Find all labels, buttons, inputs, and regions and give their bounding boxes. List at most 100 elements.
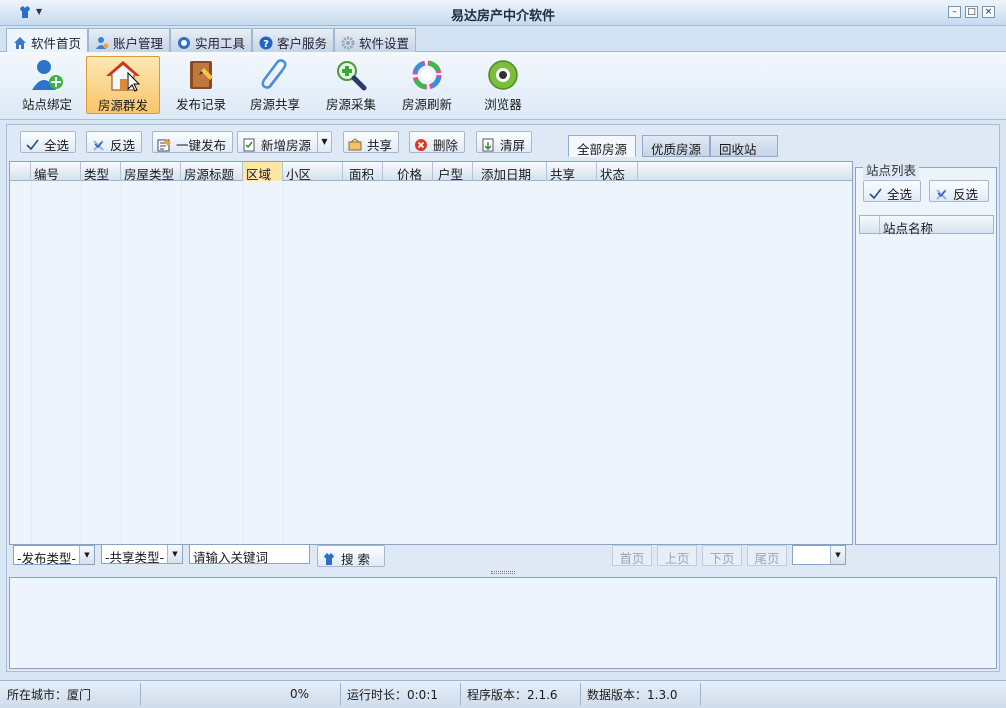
- tab-all-houses[interactable]: 全部房源: [568, 135, 637, 157]
- add-house-button[interactable]: 新增房源 ▼: [237, 131, 332, 153]
- add-house-dropdown-icon[interactable]: ▼: [317, 132, 331, 152]
- maximize-button[interactable]: □: [965, 6, 978, 18]
- site-list-title: 站点列表: [863, 160, 920, 179]
- delete-icon: [415, 139, 427, 151]
- column-header-layout[interactable]: 户型: [433, 162, 473, 181]
- keyword-value: 请输入关键词: [193, 550, 269, 565]
- delete-button[interactable]: 删除: [409, 131, 466, 153]
- minimize-button[interactable]: –: [948, 6, 961, 18]
- tab-recycle-bin[interactable]: 回收站: [710, 135, 778, 157]
- browser-button[interactable]: 浏览器: [466, 56, 540, 114]
- svg-text:?: ?: [263, 39, 269, 50]
- search-button[interactable]: 搜 索: [317, 545, 385, 567]
- prev-page-label: 上页: [664, 551, 690, 566]
- tab-home[interactable]: 软件首页: [6, 28, 89, 53]
- notebook-icon: [190, 61, 213, 89]
- view-tab-label: 全部房源: [577, 142, 628, 157]
- house-table[interactable]: 编号 类型 房屋类型 房源标题 区域 小区 面积 价格 户型 添加日期 共享 状…: [9, 161, 853, 545]
- column-header-date[interactable]: 添加日期: [473, 162, 547, 181]
- clear-screen-button[interactable]: 清屏: [476, 131, 533, 153]
- share-button[interactable]: 共享: [343, 131, 400, 153]
- tab-tools[interactable]: 实用工具: [170, 28, 253, 52]
- city-status: 所在城市：厦门: [7, 688, 92, 702]
- column-header-status[interactable]: 状态: [597, 162, 638, 181]
- splitter-handle[interactable]: [491, 571, 515, 574]
- tab-settings[interactable]: 软件设置: [334, 28, 417, 52]
- chevron-down-icon: ▼: [79, 546, 94, 564]
- view-tab-label: 优质房源: [651, 142, 702, 157]
- column-header-share[interactable]: 共享: [547, 162, 597, 181]
- title-bar: ▼ 易达房产中介软件 – □ ×: [0, 0, 1006, 26]
- tab-service[interactable]: ? 客户服务: [252, 28, 335, 52]
- site-invert-select-button[interactable]: 反选: [929, 180, 989, 202]
- column-header-area[interactable]: 面积: [343, 162, 383, 181]
- column-header-community[interactable]: 小区: [283, 162, 343, 181]
- user-add-icon: [32, 60, 63, 90]
- last-page-button[interactable]: 尾页: [747, 545, 787, 566]
- column-header-price[interactable]: 价格: [383, 162, 433, 181]
- site-select-all-button[interactable]: 全选: [863, 180, 921, 202]
- invert-select-icon: [93, 140, 104, 151]
- column-header-site-name[interactable]: 站点名称: [880, 216, 994, 235]
- column-header-house-type[interactable]: 房屋类型: [121, 162, 181, 181]
- share-type-select[interactable]: -共享类型- ▼: [101, 544, 183, 565]
- column-header-title[interactable]: 房源标题: [181, 162, 243, 181]
- column-header-id[interactable]: 编号: [31, 162, 81, 181]
- one-click-publish-label: 一键发布: [176, 138, 227, 153]
- help-icon: ?: [259, 36, 273, 50]
- one-click-publish-button[interactable]: 一键发布: [152, 131, 234, 153]
- select-all-button[interactable]: 全选: [20, 131, 77, 153]
- log-output[interactable]: [9, 577, 997, 669]
- share-house-label: 房源共享: [249, 97, 300, 112]
- share-house-button[interactable]: 房源共享: [238, 56, 312, 114]
- publish-record-button[interactable]: 发布记录: [164, 56, 238, 114]
- clear-icon: [482, 138, 494, 152]
- invert-select-label: 反选: [110, 138, 136, 153]
- invert-select-button[interactable]: 反选: [86, 131, 143, 153]
- prev-page-button[interactable]: 上页: [657, 545, 697, 566]
- first-page-button[interactable]: 首页: [612, 545, 652, 566]
- publish-type-select[interactable]: -发布类型- ▼: [13, 545, 95, 566]
- tab-account[interactable]: 账户管理: [88, 28, 171, 52]
- chevron-down-icon: ▼: [167, 545, 182, 563]
- main-panel: 全选 反选 一键发布 新增房源 ▼ 共享 删除 清屏 全部房源 优质房源 回收站…: [6, 124, 1000, 672]
- publish-icon: [157, 139, 171, 152]
- site-table-header: 站点名称: [859, 215, 994, 235]
- app-version-status: 程序版本：2.1.6: [467, 688, 558, 702]
- add-document-icon: [243, 138, 255, 152]
- site-invert-select-label: 反选: [953, 187, 979, 202]
- site-select-all-label: 全选: [887, 187, 913, 202]
- column-header-district[interactable]: 区域: [243, 162, 283, 181]
- tab-label: 实用工具: [195, 36, 246, 51]
- close-button[interactable]: ×: [982, 6, 995, 18]
- site-bind-label: 站点绑定: [21, 97, 72, 112]
- chevron-down-icon: ▼: [830, 546, 845, 564]
- next-page-label: 下页: [709, 551, 735, 566]
- tab-quality-houses[interactable]: 优质房源: [642, 135, 711, 157]
- tools-icon: [178, 37, 190, 49]
- keyword-input[interactable]: 请输入关键词: [189, 544, 310, 565]
- refresh-house-button[interactable]: 房源刷新: [390, 56, 464, 114]
- mass-publish-button[interactable]: 房源群发: [86, 56, 160, 114]
- column-header-type[interactable]: 类型: [81, 162, 121, 181]
- collect-house-label: 房源采集: [325, 97, 376, 112]
- collect-house-button[interactable]: 房源采集: [314, 56, 388, 114]
- page-number-select[interactable]: ▼: [792, 545, 846, 565]
- delete-label: 删除: [433, 138, 459, 153]
- shirt-icon: [324, 553, 334, 565]
- site-bind-button[interactable]: 站点绑定: [10, 56, 84, 114]
- row-indicator-header: [10, 162, 31, 181]
- site-list-panel: 全选 反选 站点名称: [855, 167, 997, 545]
- first-page-label: 首页: [619, 551, 645, 566]
- share-label: 共享: [367, 138, 393, 153]
- select-all-label: 全选: [44, 138, 70, 153]
- next-page-button[interactable]: 下页: [702, 545, 742, 566]
- tab-label: 账户管理: [113, 36, 164, 51]
- checkmark-icon: [869, 188, 882, 200]
- view-tab-label: 回收站: [719, 142, 757, 157]
- checkmark-icon: [26, 139, 39, 151]
- paperclip-icon: [261, 59, 287, 89]
- tab-label: 客户服务: [277, 36, 328, 51]
- browser-icon: [488, 60, 518, 90]
- window-title: 易达房产中介软件: [450, 9, 555, 24]
